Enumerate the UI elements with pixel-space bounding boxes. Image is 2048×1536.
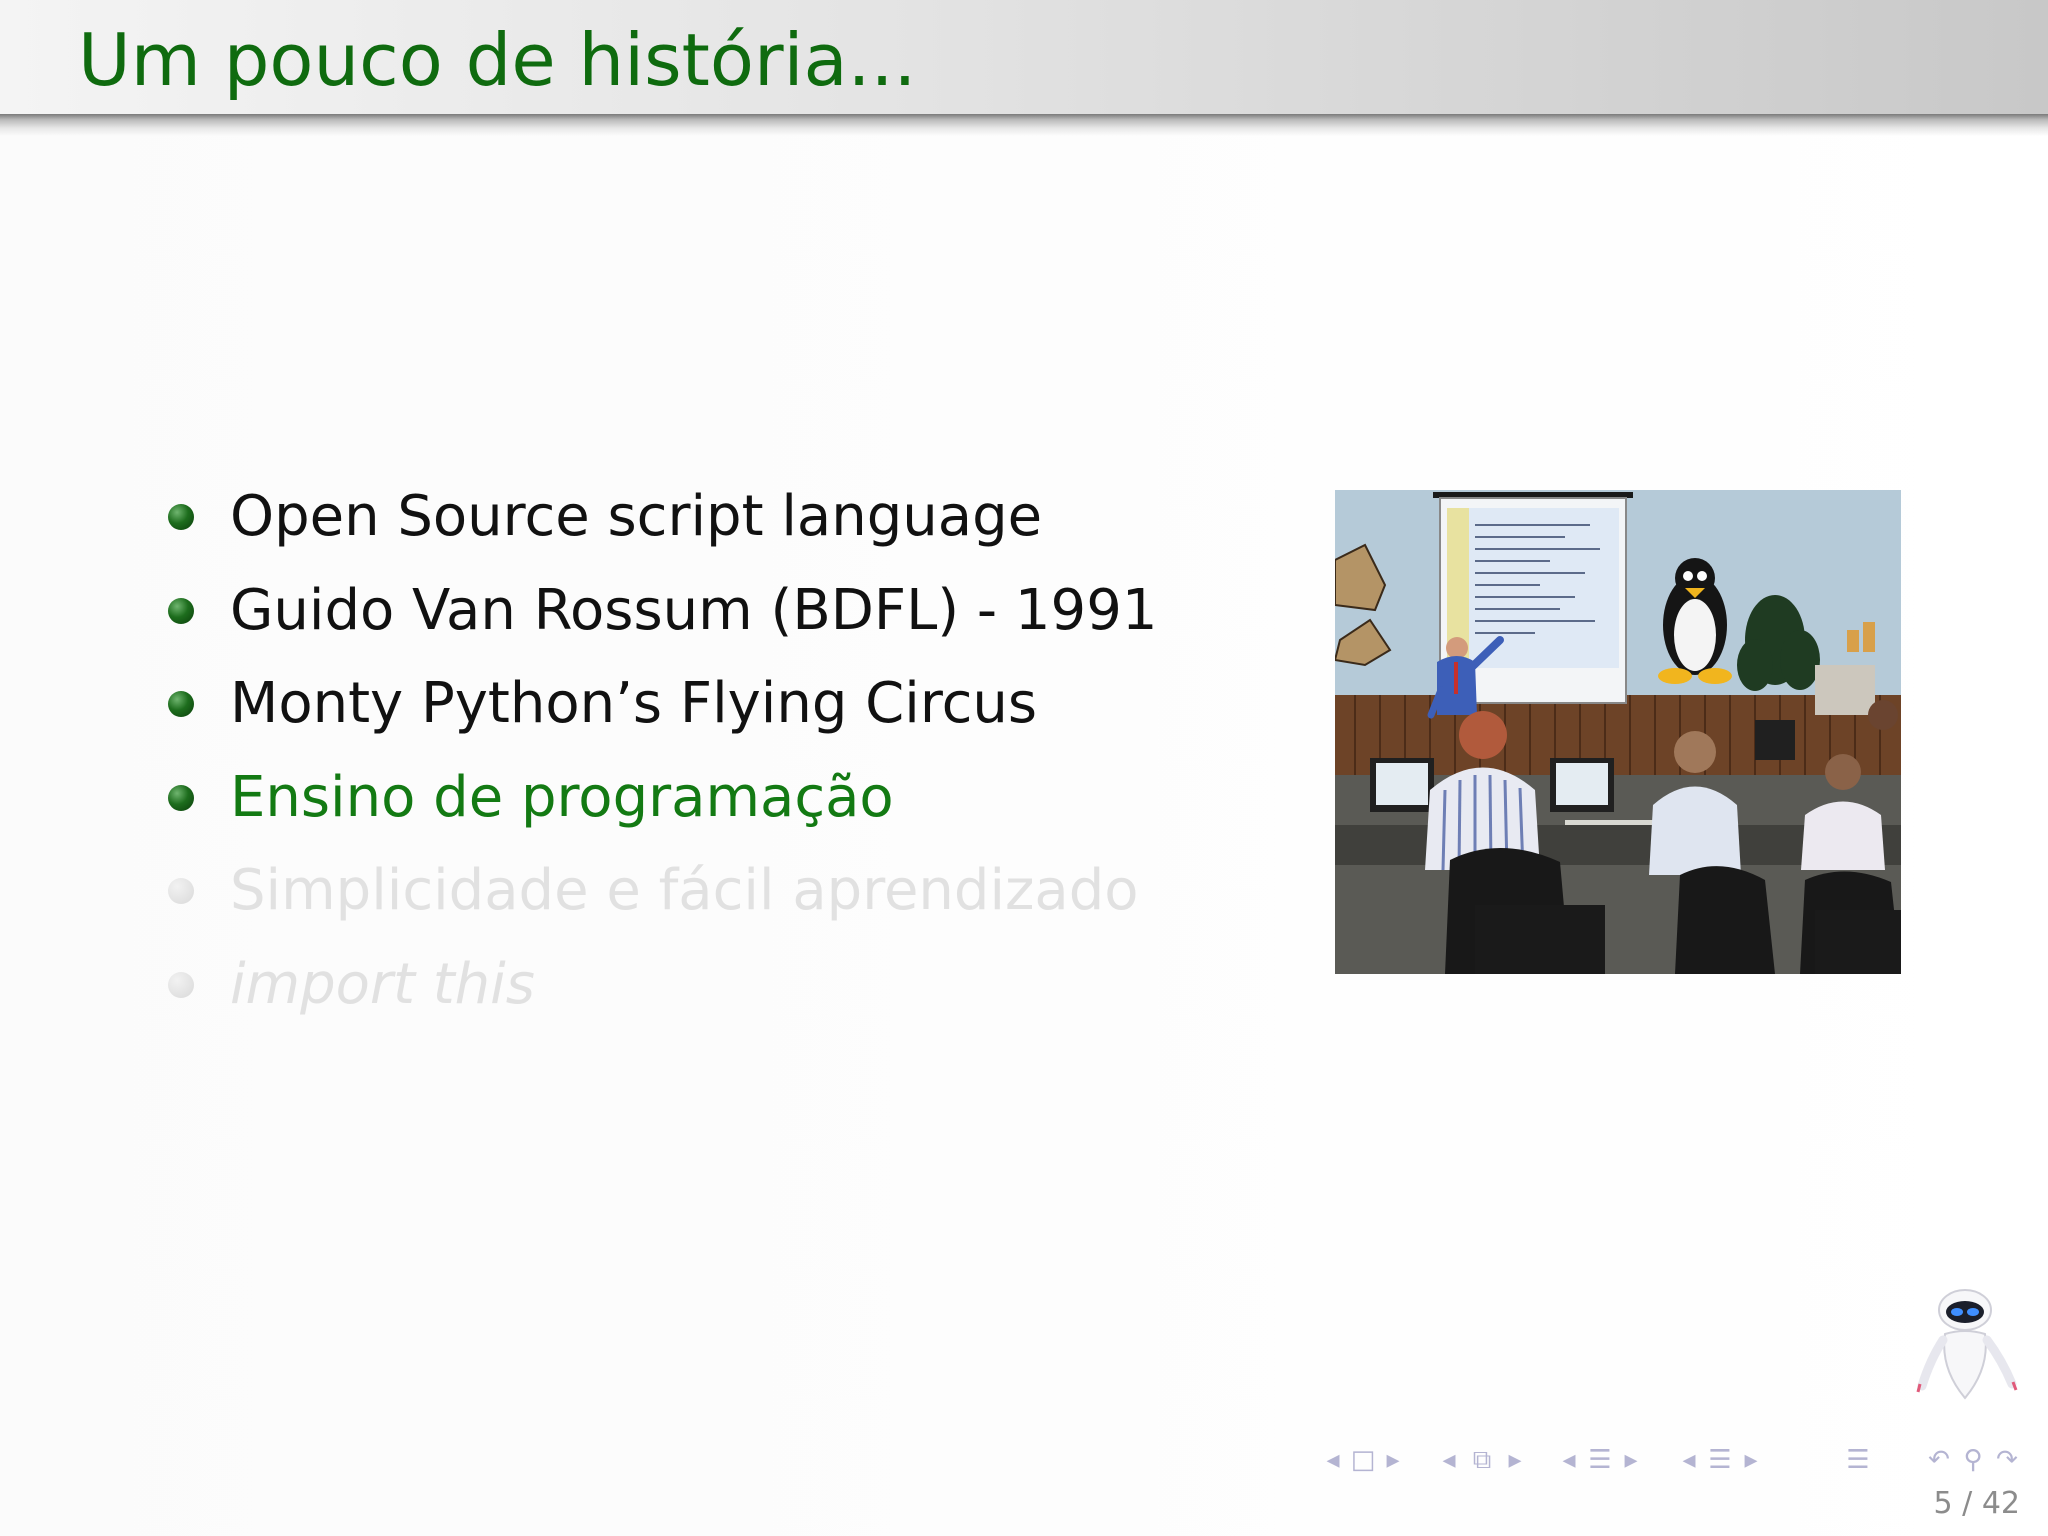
nav-section-icon[interactable]: ☰ <box>1582 1440 1618 1480</box>
nav-prev-subsection-arrow-icon[interactable]: ◂ <box>1436 1440 1462 1480</box>
title-bar: Um pouco de história... <box>0 0 2048 114</box>
nav-next-frame-arrow-icon[interactable]: ▸ <box>1380 1440 1406 1480</box>
bullet-dot-icon <box>168 597 194 624</box>
nav-subsection-icon[interactable]: ⧉ <box>1462 1440 1502 1480</box>
slide: Um pouco de história... Open Source scri… <box>0 0 2048 1536</box>
nav-back-icon[interactable]: ↶ <box>1922 1440 1956 1480</box>
bullet-item-faded: Simplicidade e fácil aprendizado <box>166 844 1166 938</box>
bullet-item-active: Ensino de programação <box>166 751 1166 845</box>
bullet-text: Open Source script language <box>230 484 1043 549</box>
nav-prev-document-arrow-icon[interactable]: ◂ <box>1676 1440 1702 1480</box>
bullet-text: Guido Van Rossum (BDFL) - 1991 <box>230 577 1158 643</box>
bullet-text-faded: Simplicidade e fácil aprendizado <box>230 858 1139 923</box>
nav-forward-icon[interactable]: ↷ <box>1990 1440 2024 1480</box>
bullet-text-faded: import this <box>230 951 535 1017</box>
bullet-text: Monty Python’s Flying Circus <box>230 671 1038 736</box>
nav-document-icon[interactable]: ☰ <box>1702 1440 1738 1480</box>
robot-mascot-icon <box>1910 1288 2020 1408</box>
title-bar-shadow <box>0 114 2048 136</box>
navigation-bar: ◂ □ ▸ ◂ ⧉ ▸ ◂ ☰ ▸ ◂ ☰ ▸ ☰ ↶ ⚲ ↷ <box>1320 1440 2040 1480</box>
nav-next-subsection-arrow-icon[interactable]: ▸ <box>1502 1440 1528 1480</box>
bullet-dot-icon <box>168 971 194 998</box>
bullet-dot-icon <box>168 691 194 717</box>
bullet-item: Monty Python’s Flying Circus <box>166 657 1166 751</box>
page-number: 5 / 42 <box>1933 1486 2020 1521</box>
bullet-list: Open Source script language Guido Van Ro… <box>166 470 1166 1031</box>
slide-title: Um pouco de história... <box>78 18 917 102</box>
bullet-dot-icon <box>168 878 194 904</box>
bullet-item: Open Source script language <box>166 470 1166 564</box>
nav-toc-icon[interactable]: ☰ <box>1840 1440 1876 1480</box>
bullet-text-active: Ensino de programação <box>230 764 894 830</box>
bullet-item: Guido Van Rossum (BDFL) - 1991 <box>166 564 1166 658</box>
bullet-dot-icon <box>168 504 194 530</box>
bullet-dot-icon <box>168 784 194 811</box>
nav-prev-section-arrow-icon[interactable]: ◂ <box>1556 1440 1582 1480</box>
classroom-photo <box>1335 490 1901 974</box>
nav-frame-icon[interactable]: □ <box>1346 1440 1380 1480</box>
nav-next-section-arrow-icon[interactable]: ▸ <box>1618 1440 1644 1480</box>
nav-prev-frame-arrow-icon[interactable]: ◂ <box>1320 1440 1346 1480</box>
nav-next-document-arrow-icon[interactable]: ▸ <box>1738 1440 1764 1480</box>
nav-search-icon[interactable]: ⚲ <box>1956 1440 1990 1480</box>
bullet-item-faded: import this <box>166 938 1166 1032</box>
